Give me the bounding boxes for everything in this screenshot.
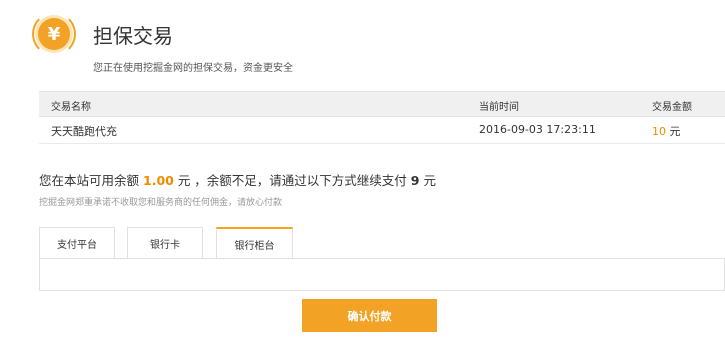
balance-amount: 1.00 bbox=[143, 173, 174, 188]
transaction-time: 2016-09-03 17:23:11 bbox=[479, 123, 596, 136]
amount-unit: 元 bbox=[669, 125, 681, 138]
tab-bank-counter[interactable]: 银行柜台 bbox=[216, 227, 293, 260]
balance-suffix: 元 bbox=[423, 173, 436, 188]
balance-message: 您在本站可用余额 1.00 元 ，余额不足，请通过以下方式继续支付 9 元 bbox=[39, 170, 436, 189]
amount-value: 10 bbox=[652, 125, 666, 138]
amount-due: 9 bbox=[410, 173, 420, 188]
payment-method-tabs: 支付平台 银行卡 银行柜台 bbox=[39, 227, 725, 260]
tab-content-panel bbox=[39, 258, 725, 291]
tab-bank-card[interactable]: 银行卡 bbox=[127, 227, 203, 258]
confirm-payment-button[interactable]: 确认付款 bbox=[302, 299, 437, 332]
transaction-table: 交易名称 当前时间 交易金额 天天酷跑代充 2016-09-03 17:23:1… bbox=[39, 91, 725, 144]
page-subtitle: 您正在使用挖掘金网的担保交易，资金更安全 bbox=[93, 63, 293, 74]
page-title: 担保交易 bbox=[93, 24, 173, 48]
transaction-amount: 10 元 bbox=[652, 123, 681, 139]
tab-payment-platform[interactable]: 支付平台 bbox=[39, 227, 115, 258]
commission-note: 挖掘金网郑重承诺不收取您和服务商的任何佣金，请放心付款 bbox=[39, 198, 283, 208]
balance-prefix: 您在本站可用余额 bbox=[39, 173, 140, 188]
table-row: 天天酷跑代充 2016-09-03 17:23:11 10 元 bbox=[39, 117, 725, 144]
column-header-time: 当前时间 bbox=[479, 102, 519, 113]
yen-logo-icon: ¥ bbox=[38, 18, 70, 50]
column-header-name: 交易名称 bbox=[51, 102, 91, 113]
transaction-name: 天天酷跑代充 bbox=[51, 125, 117, 138]
column-header-amount: 交易金额 bbox=[652, 102, 692, 113]
table-header: 交易名称 当前时间 交易金额 bbox=[39, 91, 725, 117]
balance-middle: 元 ，余额不足，请通过以下方式继续支付 bbox=[177, 173, 407, 188]
